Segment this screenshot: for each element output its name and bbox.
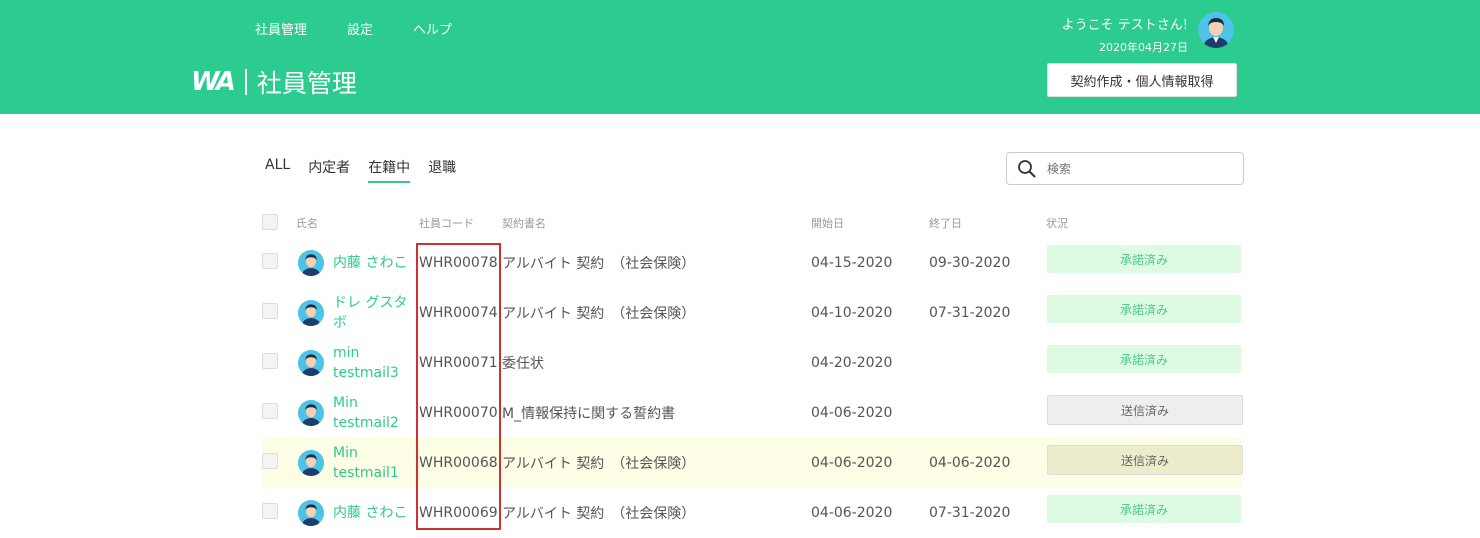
contract-name: 委任状 [502,356,544,372]
tab-employed[interactable]: 在籍中 [368,157,411,183]
start-date: 04-10-2020 [811,305,893,321]
row-checkbox[interactable] [262,353,278,369]
employee-code: WHR00070 [419,405,498,421]
employee-code: WHR00071 [419,355,498,371]
app-header: 社員管理 設定 ヘルプ WA 社員管理 ようこそ テストさん! 2020年04月… [0,0,1480,114]
employee-name: ドレ グスタ [333,295,408,311]
contract-name: アルバイト 契約 （社会保険） [502,256,696,272]
row-checkbox[interactable] [262,403,278,419]
employee-name-link[interactable]: Min testmail2 [333,388,415,438]
status-badge[interactable]: 送信済み [1047,445,1243,475]
employee-name-link[interactable]: ドレ グスタボ [333,288,415,338]
user-avatar[interactable] [1198,12,1234,48]
person-icon [298,450,324,476]
employee-avatar [298,300,324,326]
end-date: 04-06-2020 [929,455,1011,471]
current-date: 2020年04月27日 [1099,41,1188,54]
person-icon [298,250,324,276]
status-badge[interactable]: 承諾済み [1047,345,1241,373]
row-checkbox[interactable] [262,503,278,519]
col-code: 社員コード [419,217,474,230]
col-name: 氏名 [296,217,318,230]
start-date: 04-06-2020 [811,505,893,521]
logo-divider [244,69,247,95]
employee-name-line2: testmail3 [333,365,399,381]
employee-name-line2: ボ [333,315,347,331]
employee-name: Min [333,445,358,461]
employee-name-link[interactable]: min testmail3 [333,338,415,388]
employee-avatar [298,250,324,276]
col-contract: 契約書名 [502,217,546,230]
nav-settings[interactable]: 設定 [347,19,373,38]
user-greeting: ようこそ テストさん! 2020年04月27日 [1062,14,1188,55]
nav-help[interactable]: ヘルプ [413,19,452,38]
table-row[interactable]: 内藤 さわこ WHR00078 アルバイト 契約 （社会保険） 04-15-20… [262,238,1242,288]
table-row[interactable]: Min testmail1 WHR00068 アルバイト 契約 （社会保険） 04… [262,438,1243,488]
employee-name: Min [333,395,358,411]
employee-code: WHR00078 [419,255,498,271]
employee-name-link[interactable]: 内藤 さわこ [333,488,415,538]
search-input[interactable] [1045,160,1229,177]
start-date: 04-20-2020 [811,355,893,371]
employee-name-line2: testmail2 [333,415,399,431]
employee-code: WHR00068 [419,455,498,471]
end-date: 09-30-2020 [929,255,1011,271]
table-row[interactable]: Min testmail2 WHR00070 M_情報保持に関する誓約書 04-0… [262,388,1243,438]
person-icon [298,500,324,526]
person-icon [298,400,324,426]
contract-name: アルバイト 契約 （社会保険） [502,306,696,322]
page-title: 社員管理 [256,69,357,98]
status-badge[interactable]: 承諾済み [1047,495,1241,523]
col-start: 開始日 [811,217,844,230]
row-checkbox[interactable] [262,453,278,469]
employee-name-link[interactable]: 内藤 さわこ [333,238,415,288]
contract-name: アルバイト 契約 （社会保険） [502,506,696,522]
col-status: 状況 [1046,217,1068,230]
person-icon [298,300,324,326]
employee-code: WHR00069 [419,505,498,521]
status-badge[interactable]: 送信済み [1047,395,1243,425]
table-row[interactable]: 内藤 さわこ WHR00069 アルバイト 契約 （社会保険） 04-06-20… [262,488,1242,538]
employee-name-line2: testmail1 [333,465,399,481]
create-contract-button[interactable]: 契約作成・個人情報取得 [1047,63,1237,97]
search-icon [1018,159,1036,178]
end-date: 07-31-2020 [929,305,1011,321]
row-checkbox[interactable] [262,253,278,269]
status-badge[interactable]: 承諾済み [1047,295,1241,323]
employee-code: WHR00074 [419,305,498,321]
employee-avatar [298,400,324,426]
contract-name: アルバイト 契約 （社会保険） [502,456,696,472]
table-row[interactable]: ドレ グスタボ WHR00074 アルバイト 契約 （社会保険） 04-10-2… [262,288,1242,338]
employee-avatar [298,450,324,476]
person-icon [1198,12,1234,48]
select-all-checkbox[interactable] [262,214,278,230]
welcome-text: ようこそ テストさん! [1061,18,1188,33]
employee-name: 内藤 さわこ [333,505,408,521]
tab-retired[interactable]: 退職 [428,157,456,183]
status-tabs: ALL 内定者 在籍中 退職 [265,157,474,183]
nav-employees[interactable]: 社員管理 [255,19,307,38]
tab-all[interactable]: ALL [265,157,290,183]
top-nav: 社員管理 設定 ヘルプ [255,19,492,38]
col-end: 終了日 [929,217,962,230]
search-box [1006,152,1244,185]
row-checkbox[interactable] [262,303,278,319]
employee-name: min [333,345,360,361]
status-badge[interactable]: 承諾済み [1047,245,1241,273]
brand-logo[interactable]: WA 社員管理 [191,64,357,100]
start-date: 04-06-2020 [811,455,893,471]
employee-avatar [298,350,324,376]
tab-offered[interactable]: 内定者 [308,157,350,183]
employee-name: 内藤 さわこ [333,255,408,271]
end-date: 07-31-2020 [929,505,1011,521]
logo-mark: WA [191,67,236,97]
employee-name-link[interactable]: Min testmail1 [333,438,415,488]
employee-avatar [298,500,324,526]
start-date: 04-06-2020 [811,405,893,421]
table-row[interactable]: min testmail3 WHR00071 委任状 04-20-2020 承諾済… [262,338,1242,388]
contract-name: M_情報保持に関する誓約書 [502,406,676,422]
person-icon [298,350,324,376]
start-date: 04-15-2020 [811,255,893,271]
